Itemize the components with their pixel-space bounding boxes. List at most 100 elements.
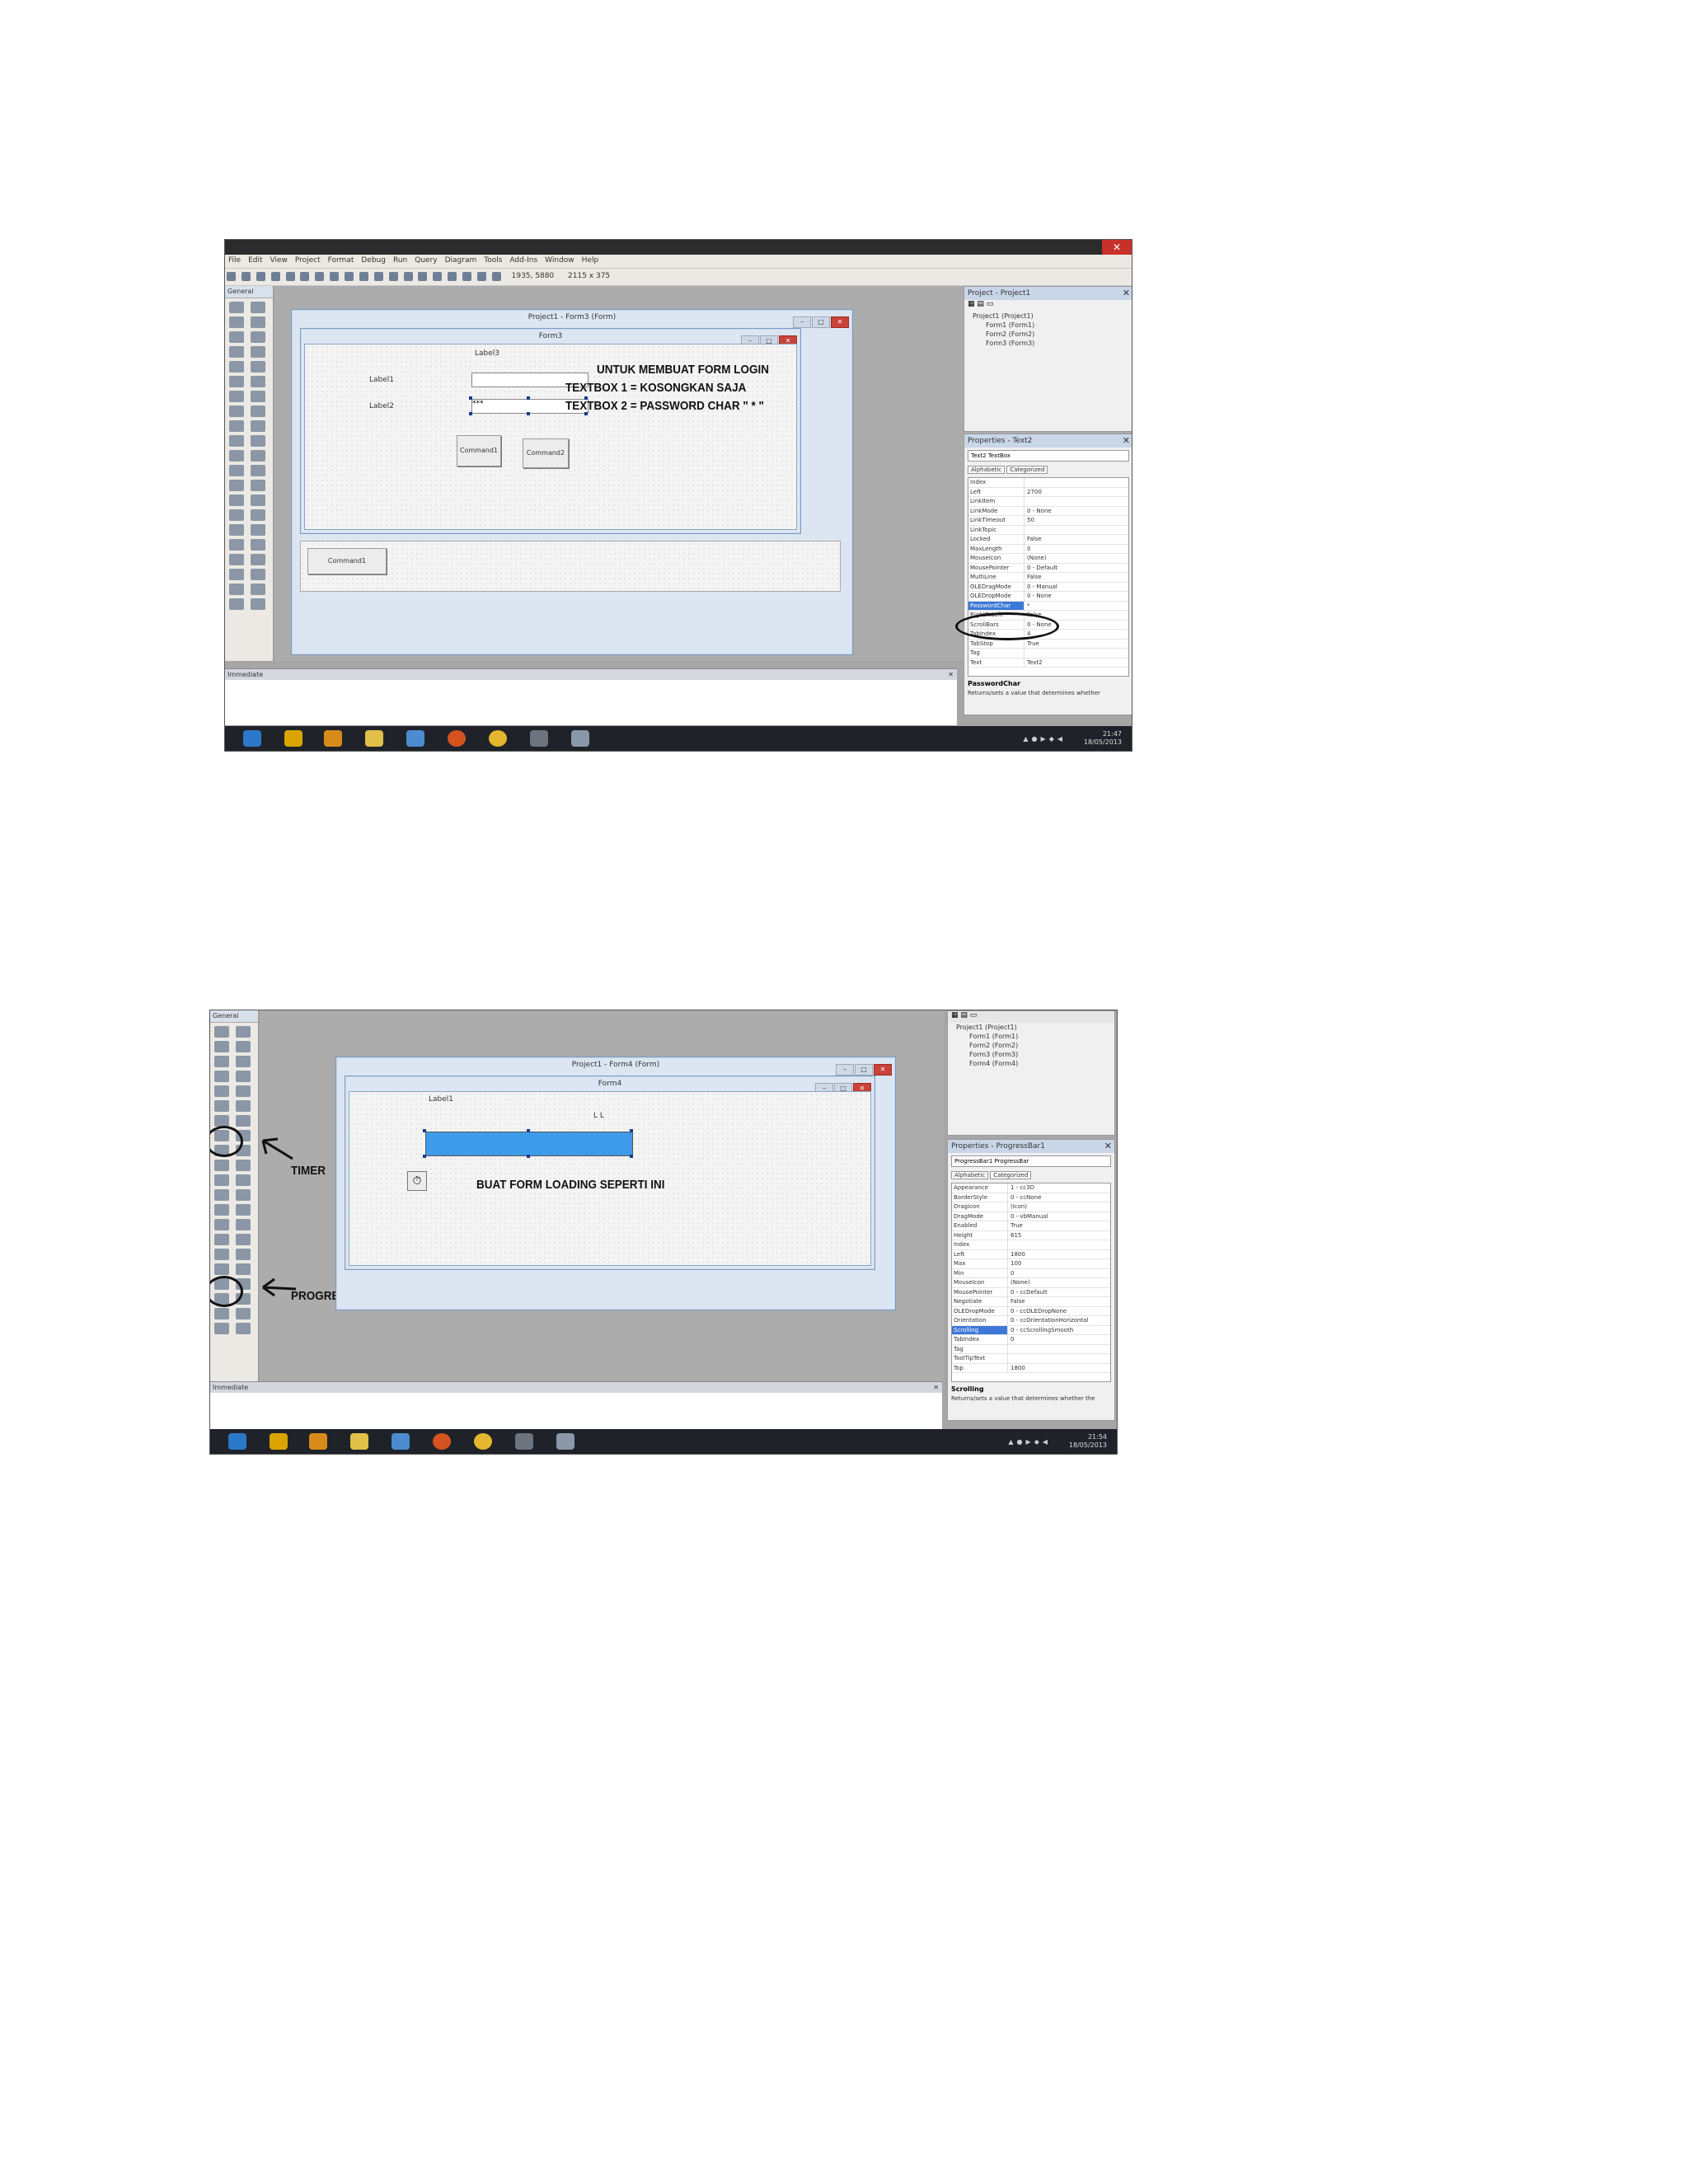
selection-handle[interactable] (630, 1129, 633, 1132)
property-row[interactable]: Appearance 1 - cc3D (952, 1183, 1110, 1193)
property-value[interactable] (1025, 526, 1128, 535)
properties-window-icon[interactable] (448, 272, 457, 281)
property-value[interactable]: 100 (1008, 1259, 1110, 1268)
toolbox-control-icon[interactable] (251, 554, 265, 565)
tree-form-node[interactable]: Form1 (Form1) (964, 321, 1132, 330)
form3-canvas[interactable]: Label3 Label1 Label2 *** Command1 Comman… (304, 344, 797, 530)
maximize-icon[interactable]: □ (855, 1064, 873, 1076)
close-icon[interactable]: ✕ (874, 1064, 892, 1076)
toolbox-control-icon[interactable] (251, 494, 265, 506)
selection-handle[interactable] (423, 1129, 426, 1132)
property-row[interactable]: MaxLength 0 (968, 544, 1128, 554)
toolbox-control-icon[interactable] (251, 361, 265, 373)
property-value[interactable]: Text2 (1025, 658, 1128, 668)
ie-icon[interactable] (228, 1433, 246, 1450)
toolbox-control-icon[interactable] (214, 1026, 229, 1038)
toggle-folders-icon[interactable]: ▭ (987, 300, 994, 308)
close-icon[interactable]: ✕ (933, 1382, 939, 1393)
toolbox-control-icon[interactable] (236, 1219, 251, 1230)
cut-icon[interactable] (300, 272, 310, 281)
property-value[interactable]: 0 - Manual (1025, 583, 1128, 592)
toolbox-control-icon[interactable] (214, 1323, 229, 1334)
toolbox-control-icon[interactable] (251, 405, 265, 417)
firefox-icon[interactable] (448, 730, 466, 747)
break-icon[interactable] (403, 272, 413, 281)
property-row[interactable]: PasswordChar * (968, 601, 1128, 611)
property-row[interactable]: Tag (968, 649, 1128, 658)
selection-handle[interactable] (630, 1155, 633, 1158)
menu-editor-icon[interactable] (256, 272, 265, 281)
property-value[interactable] (1008, 1354, 1110, 1363)
property-row[interactable]: MouseIcon (None) (952, 1278, 1110, 1288)
property-value[interactable]: True (1025, 640, 1128, 649)
object-selector[interactable]: ProgressBar1 ProgressBar (951, 1155, 1111, 1167)
toolbox-control-icon[interactable] (214, 1174, 229, 1186)
ie-icon[interactable] (243, 730, 261, 747)
property-value[interactable]: 0 - ccOrientationHorizontal (1008, 1316, 1110, 1325)
property-row[interactable]: LinkTimeout 50 (968, 516, 1128, 526)
toolbox-control-icon[interactable] (251, 435, 265, 447)
minimize-icon[interactable]: – (836, 1064, 854, 1076)
outer-command1-button[interactable]: Command1 (307, 548, 387, 574)
menu-item-edit[interactable]: Edit (248, 256, 262, 265)
property-value[interactable]: True (1008, 1221, 1110, 1230)
toolbox-control-icon[interactable] (236, 1323, 251, 1334)
toolbox-control-icon[interactable] (229, 524, 244, 536)
toolbox-control-icon[interactable] (229, 598, 244, 610)
menu-item-run[interactable]: Run (393, 256, 407, 265)
property-value[interactable] (1008, 1345, 1110, 1354)
folder-icon[interactable] (365, 730, 383, 747)
close-icon[interactable]: ✕ (831, 316, 849, 328)
property-value[interactable]: 0 (1008, 1335, 1110, 1344)
close-icon[interactable]: ✕ (1102, 240, 1132, 255)
property-row[interactable]: MousePointer 0 - ccDefault (952, 1287, 1110, 1297)
toolbox-control-icon[interactable] (229, 569, 244, 580)
system-tray[interactable]: ▲●▶◆◀ (1023, 735, 1066, 743)
toolbox-control-icon[interactable] (251, 346, 265, 358)
property-value[interactable] (1025, 649, 1128, 658)
property-row[interactable]: Top 1800 (952, 1363, 1110, 1373)
toolbox-control-icon[interactable] (214, 1071, 229, 1082)
toolbox-control-icon[interactable] (251, 583, 265, 595)
menu-item-debug[interactable]: Debug (361, 256, 386, 265)
toolbox-control-icon[interactable] (229, 420, 244, 432)
toolbox-control-icon[interactable] (251, 302, 265, 313)
selection-handle[interactable] (469, 396, 472, 400)
toolbox-control-icon[interactable] (214, 1204, 229, 1216)
selection-handle[interactable] (527, 396, 530, 400)
toolbox-control-icon[interactable] (214, 1056, 229, 1067)
label1[interactable]: Label1 (429, 1095, 453, 1104)
property-row[interactable]: TabIndex 0 (952, 1335, 1110, 1345)
toolbox-control-icon[interactable] (229, 480, 244, 491)
app-icon[interactable] (392, 1433, 410, 1450)
toolbox-control-icon[interactable] (229, 509, 244, 521)
maximize-icon[interactable]: □ (812, 316, 830, 328)
tree-project-node[interactable]: Project1 (Project1) (964, 312, 1132, 321)
tab-categorized[interactable]: Categorized (990, 1171, 1032, 1179)
toolbox-control-icon[interactable] (236, 1100, 251, 1112)
menu-item-file[interactable]: File (228, 256, 241, 265)
explorer-hand-icon[interactable] (270, 1433, 288, 1450)
close-icon[interactable]: ✕ (1123, 287, 1130, 300)
view-object-icon[interactable]: ▤ (960, 1011, 968, 1019)
immediate-window[interactable]: Immediate ✕ (210, 1381, 942, 1430)
property-value[interactable]: 0 - ccDefault (1008, 1288, 1110, 1297)
selection-handle[interactable] (423, 1155, 426, 1158)
property-row[interactable]: DragMode 0 - vbManual (952, 1212, 1110, 1221)
toolbox-control-icon[interactable] (236, 1056, 251, 1067)
property-row[interactable]: Negotiate False (952, 1297, 1110, 1307)
tree-form-node[interactable]: Form1 (Form1) (948, 1032, 1114, 1041)
toolbox-control-icon[interactable] (229, 302, 244, 313)
toolbox-control-icon[interactable] (236, 1071, 251, 1082)
property-row[interactable]: Locked False (968, 535, 1128, 545)
toolbox-control-icon[interactable] (251, 450, 265, 462)
form4-window[interactable]: Form4 – □ ✕ Label1 L L ⏱ BUAT FORM LOADING… (345, 1076, 875, 1270)
toolbox-control-icon[interactable] (229, 450, 244, 462)
toolbox-control-icon[interactable] (229, 539, 244, 551)
toolbox-control-icon[interactable] (236, 1249, 251, 1260)
add-project-icon[interactable] (227, 272, 236, 281)
label3[interactable]: Label3 (475, 349, 499, 358)
property-value[interactable]: 1800 (1008, 1364, 1110, 1373)
timer1-icon[interactable]: ⏱ (407, 1171, 427, 1191)
property-value[interactable]: 0 - None (1025, 592, 1128, 601)
